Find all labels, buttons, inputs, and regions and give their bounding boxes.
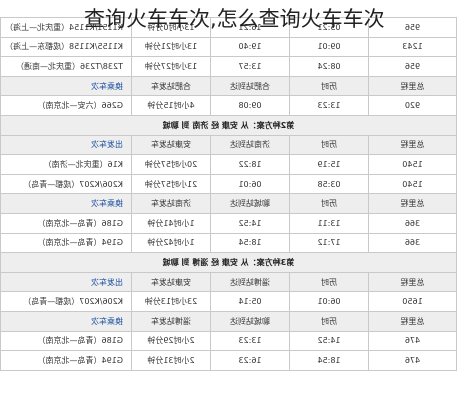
train-number-cell[interactable]: G186（青岛—北京南）: [0, 331, 132, 351]
arrival-cell: 15:19: [289, 154, 369, 175]
table-row: 920 13:23 09:08 4小时15分钟 G266（六安—北京南）: [0, 95, 457, 116]
duration-cell: 1小时42分钟: [131, 233, 211, 253]
column-header: 历时: [289, 311, 369, 331]
mileage-cell: 1540: [368, 154, 457, 175]
table-row: 1650 06:01 05:14 23小时13分钟 K206/K207（成都—青…: [0, 291, 457, 312]
mileage-cell: 476: [368, 350, 457, 371]
train-number-cell[interactable]: G266（六安—北京南）: [0, 95, 132, 116]
arrival-cell: 17:12: [289, 233, 369, 253]
table-header-row: 总里程 历时 聊城站到达 济南站发车 换乘车次: [0, 193, 457, 214]
column-header: 济南站到达: [210, 135, 290, 155]
mileage-cell: 956: [368, 56, 457, 77]
plan-title: 第2种方案：从 安康 经 济南 到 聊城: [0, 115, 457, 136]
column-header: 淄博站发车: [131, 311, 211, 331]
column-header: 换乘车次: [0, 311, 132, 331]
table-row: 1540 15:19 18:22 20小时57分钟 K16（重庆北—济南）: [0, 154, 457, 175]
departure-cell: 05:14: [210, 291, 290, 312]
departure-cell: 13:23: [210, 331, 290, 351]
arrival-cell: 08:24: [289, 56, 369, 77]
table-row: 366 13:11 14:52 1小时41分钟 G186（青岛—北京南）: [0, 213, 457, 234]
train-number-cell[interactable]: K206/K207（成都—青岛）: [0, 174, 132, 194]
arrival-cell: 03:58: [289, 174, 369, 194]
duration-cell: 21小时57分钟: [131, 174, 211, 194]
table-row: 476 18:54 16:23 2小时31分钟 G194（青岛—北京南）: [0, 350, 457, 371]
mileage-cell: 920: [368, 95, 457, 116]
duration-cell: 23小时13分钟: [131, 291, 211, 312]
column-header: 聊城站到达: [210, 311, 290, 331]
arrival-cell: 14:52: [289, 331, 369, 351]
plan-title-row: 第2种方案：从 安康 经 济南 到 聊城: [0, 115, 457, 136]
table-row: 1540 03:58 06:01 21小时57分钟 K206/K207（成都—青…: [0, 174, 457, 194]
mileage-cell: 366: [368, 233, 457, 253]
column-header: 出发车次: [0, 135, 132, 155]
column-header: 历时: [289, 272, 369, 292]
duration-cell: 13小时21分钟: [131, 37, 211, 57]
departure-cell: 14:52: [210, 213, 290, 234]
duration-cell: 2小时31分钟: [131, 350, 211, 371]
arrival-cell: 18:54: [289, 350, 369, 371]
departure-cell: 13:57: [210, 56, 290, 77]
column-header: 历时: [289, 193, 369, 214]
departure-cell: 09:08: [210, 95, 290, 116]
column-header: 总里程: [368, 272, 457, 292]
column-header: 出发车次: [0, 272, 132, 292]
table-row: 956 08:24 13:57 13小时27分钟 T238/T236（重庆北—南…: [0, 56, 457, 77]
arrival-cell: 09:01: [289, 37, 369, 57]
arrival-cell: 13:11: [289, 213, 369, 234]
arrival-cell: 13:23: [289, 95, 369, 116]
column-header: 历时: [289, 135, 369, 155]
page-title: 查询火车车次,怎么查询火车车次: [84, 7, 385, 31]
mileage-cell: 1243: [368, 37, 457, 57]
train-number-cell[interactable]: G194（青岛—北京南）: [0, 350, 132, 371]
train-number-cell[interactable]: K1155/K1158（成都东—上海）: [0, 37, 132, 57]
mileage-cell: 476: [368, 331, 457, 351]
column-header: 总里程: [368, 135, 457, 155]
duration-cell: 20小时57分钟: [131, 154, 211, 175]
table-row: 1243 09:01 19:40 13小时21分钟 K1155/K1158（成都…: [0, 37, 457, 57]
plan-title-row: 第3种方案：从 安康 经 淄博 到 聊城: [0, 252, 457, 273]
column-header: 换乘车次: [0, 76, 132, 96]
train-number-cell[interactable]: K16（重庆北—济南）: [0, 154, 132, 175]
train-number-cell[interactable]: T238/T236（重庆北—南通）: [0, 56, 132, 77]
departure-cell: 18:54: [210, 233, 290, 253]
duration-cell: 13小时27分钟: [131, 56, 211, 77]
train-number-cell[interactable]: G194（青岛—北京南）: [0, 233, 132, 253]
column-header: 总里程: [368, 193, 457, 214]
table-header-row: 总里程 历时 济南站到达 安康站发车 出发车次: [0, 135, 457, 155]
departure-cell: 19:40: [210, 37, 290, 57]
column-header: 总里程: [368, 311, 457, 331]
departure-cell: 18:22: [210, 154, 290, 175]
table-header-row: 总里程 历时 聊城站到达 淄博站发车 换乘车次: [0, 311, 457, 331]
train-number-cell[interactable]: G186（青岛—北京南）: [0, 213, 132, 234]
mileage-cell: 366: [368, 213, 457, 234]
column-header: 总里程: [368, 76, 457, 96]
column-header: 合肥站到达: [210, 76, 290, 96]
table-header-row: 总里程 历时 淄博站到达 安康站发车 出发车次: [0, 272, 457, 292]
column-header: 聊城站到达: [210, 193, 290, 214]
table-header-row: 总里程 历时 合肥站到达 合肥站发车 换乘车次: [0, 76, 457, 96]
duration-cell: 1小时41分钟: [131, 213, 211, 234]
duration-cell: 2小时29分钟: [131, 331, 211, 351]
plan-title: 第3种方案：从 安康 经 淄博 到 聊城: [0, 252, 457, 273]
column-header: 安康站发车: [131, 272, 211, 292]
train-transfer-table: 956 05:21 16:21 13小时0分钟 K1151/K1154（重庆北—…: [0, 17, 457, 371]
departure-cell: 16:23: [210, 350, 290, 371]
table-row: 476 14:52 13:23 2小时29分钟 G186（青岛—北京南）: [0, 331, 457, 351]
mileage-cell: 1540: [368, 174, 457, 194]
train-number-cell[interactable]: K206/K207（成都—青岛）: [0, 291, 132, 312]
arrival-cell: 06:01: [289, 291, 369, 312]
column-header: 合肥站发车: [131, 76, 211, 96]
column-header: 淄博站到达: [210, 272, 290, 292]
column-header: 历时: [289, 76, 369, 96]
column-header: 安康站发车: [131, 135, 211, 155]
table-row: 366 17:12 18:54 1小时42分钟 G194（青岛—北京南）: [0, 233, 457, 253]
duration-cell: 4小时15分钟: [131, 95, 211, 116]
column-header: 济南站发车: [131, 193, 211, 214]
mileage-cell: 1650: [368, 291, 457, 312]
train-table-mirrored: 956 05:21 16:21 13小时0分钟 K1151/K1154（重庆北—…: [0, 17, 457, 371]
column-header: 换乘车次: [0, 193, 132, 214]
departure-cell: 06:01: [210, 174, 290, 194]
